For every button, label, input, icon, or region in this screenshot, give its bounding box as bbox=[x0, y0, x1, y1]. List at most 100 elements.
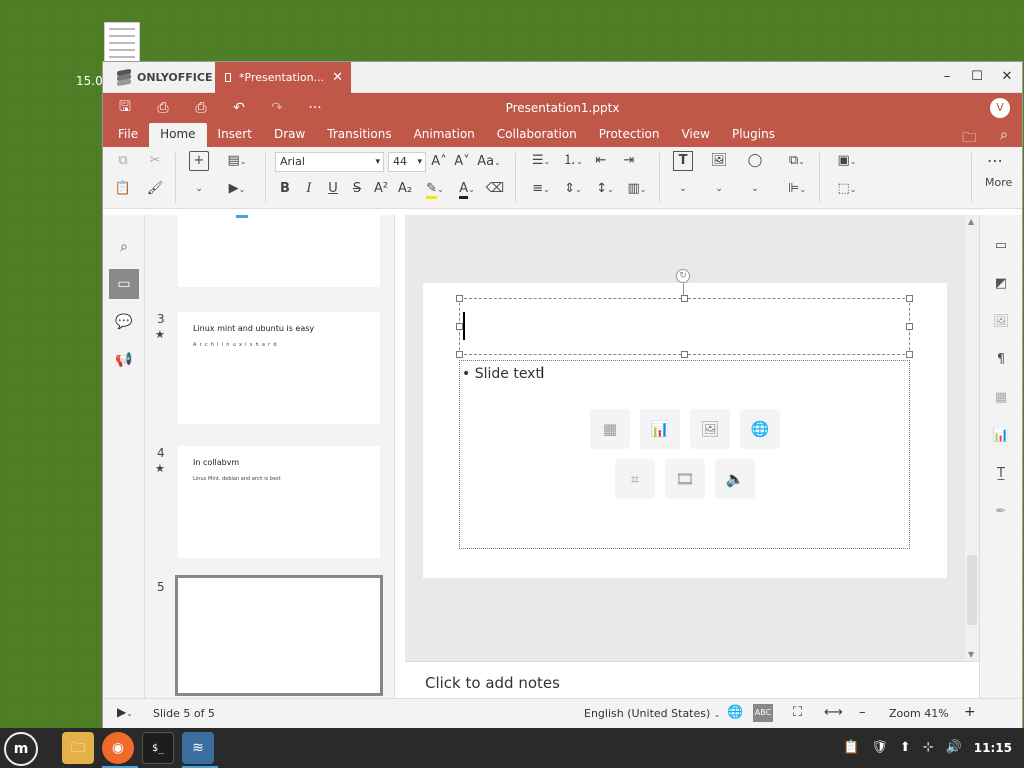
slide-canvas[interactable]: ↻ • Slide text I ▦ 📊 🖼 🌐 ⌗ 🎞 🔈 bbox=[423, 269, 947, 578]
tab-view[interactable]: View bbox=[670, 123, 720, 147]
start-slideshow-icon[interactable]: ▶⌄ bbox=[227, 179, 247, 199]
content-placeholder[interactable]: • Slide text I ▦ 📊 🖼 🌐 ⌗ 🎞 🔈 bbox=[459, 360, 910, 549]
numbering-icon[interactable]: ⒈⌄ bbox=[559, 151, 587, 171]
insert-image-icon[interactable]: 🖼 bbox=[709, 151, 729, 171]
cut-icon[interactable]: ✂ bbox=[145, 151, 165, 171]
underline-button[interactable]: U bbox=[323, 179, 343, 199]
insert-shape-icon[interactable]: ◯ bbox=[745, 151, 765, 171]
clear-style-icon[interactable]: ⌫ bbox=[485, 179, 505, 199]
volume-icon[interactable]: 🔊 bbox=[946, 740, 962, 755]
resize-handle[interactable] bbox=[906, 323, 913, 330]
subscript-button[interactable]: A₂ bbox=[395, 179, 415, 199]
more-quick-icon[interactable]: ··· bbox=[305, 100, 325, 116]
update-manager-icon[interactable]: ⬆ bbox=[900, 740, 911, 755]
increase-indent-icon[interactable]: ⇥ bbox=[619, 151, 639, 171]
language-select[interactable]: English (United States) ⌄ bbox=[584, 707, 721, 720]
strikethrough-button[interactable]: S bbox=[347, 179, 367, 199]
resize-handle[interactable] bbox=[456, 295, 463, 302]
resize-handle[interactable] bbox=[681, 295, 688, 302]
app-brand[interactable]: ONLYOFFICE bbox=[103, 68, 215, 87]
increase-font-icon[interactable]: A˄ bbox=[429, 152, 449, 172]
image-settings-icon[interactable]: 🖼 bbox=[990, 311, 1012, 333]
video-icon[interactable]: 🎞 bbox=[665, 459, 705, 499]
bullets-icon[interactable]: ☰⌄ bbox=[527, 151, 555, 171]
firefox-icon[interactable]: ◉ bbox=[102, 732, 138, 768]
tab-home[interactable]: Home bbox=[149, 123, 207, 147]
image-url-icon[interactable]: 🌐 bbox=[740, 409, 780, 449]
table-icon[interactable]: ▦ bbox=[590, 409, 630, 449]
horizontal-align-icon[interactable]: ≡⌄ bbox=[527, 179, 555, 199]
user-avatar[interactable]: V bbox=[990, 98, 1010, 118]
doc-language-icon[interactable]: 🌐 bbox=[727, 705, 743, 720]
bold-button[interactable]: B bbox=[275, 179, 295, 199]
quick-print-icon[interactable]: ⎙ bbox=[191, 100, 211, 116]
decrease-font-icon[interactable]: A˅ bbox=[452, 152, 472, 172]
change-theme-icon[interactable]: ▣⌄ bbox=[833, 151, 861, 171]
columns-icon[interactable]: ▥⌄ bbox=[623, 179, 651, 199]
more-label[interactable]: More bbox=[985, 176, 1012, 189]
resize-handle[interactable] bbox=[456, 323, 463, 330]
files-icon[interactable]: 🗀 bbox=[62, 732, 94, 764]
tab-draw[interactable]: Draw bbox=[263, 123, 316, 147]
save-icon[interactable]: 🖫 bbox=[115, 96, 135, 120]
text-box-icon[interactable]: T bbox=[673, 151, 693, 171]
maximize-button[interactable]: ☐ bbox=[970, 69, 984, 84]
slide-settings-icon[interactable]: ▭ bbox=[990, 235, 1012, 257]
font-name-select[interactable]: Arial ▾ bbox=[275, 152, 384, 172]
onlyoffice-taskbar-icon[interactable]: ≋ bbox=[182, 732, 218, 768]
font-color-icon[interactable]: A⌄ bbox=[453, 179, 481, 199]
image-icon[interactable]: 🖼 bbox=[690, 409, 730, 449]
slide-thumbnail-5[interactable] bbox=[175, 575, 383, 696]
italic-button[interactable]: I bbox=[299, 179, 319, 199]
tab-file[interactable]: File bbox=[107, 123, 149, 147]
slide-thumbnail-2[interactable] bbox=[178, 215, 380, 287]
undo-icon[interactable]: ↶ bbox=[229, 100, 249, 116]
scroll-up-icon[interactable]: ▲ bbox=[968, 217, 974, 226]
fit-slide-icon[interactable]: ⛶ bbox=[793, 705, 802, 720]
tab-protection[interactable]: Protection bbox=[588, 123, 671, 147]
line-spacing-icon[interactable]: ↕⌄ bbox=[591, 179, 619, 199]
shape-settings-icon[interactable]: ◩ bbox=[990, 273, 1012, 295]
layout-icon[interactable]: ▤⌄ bbox=[227, 151, 247, 171]
fit-width-icon[interactable]: ⟷ bbox=[824, 705, 843, 720]
resize-handle[interactable] bbox=[681, 351, 688, 358]
resize-handle[interactable] bbox=[456, 351, 463, 358]
slides-panel-icon[interactable]: ▭ bbox=[109, 269, 139, 299]
resize-handle[interactable] bbox=[906, 295, 913, 302]
change-case-icon[interactable]: Aa⌄ bbox=[475, 152, 503, 172]
add-slide-icon[interactable]: + bbox=[189, 151, 209, 171]
shield-icon[interactable]: 🛡 bbox=[871, 740, 888, 755]
terminal-icon[interactable]: $_ bbox=[142, 732, 174, 764]
text-art-settings-icon[interactable]: T̲ bbox=[990, 463, 1012, 485]
network-icon[interactable]: ⊹ bbox=[923, 740, 934, 755]
tab-collaboration[interactable]: Collaboration bbox=[486, 123, 588, 147]
format-painter-icon[interactable]: 🖌 bbox=[145, 179, 165, 199]
tab-animation[interactable]: Animation bbox=[403, 123, 486, 147]
rotate-handle-icon[interactable]: ↻ bbox=[676, 269, 690, 283]
signature-settings-icon[interactable]: ✒ bbox=[990, 501, 1012, 523]
smartart-icon[interactable]: ⌗ bbox=[615, 459, 655, 499]
feedback-icon[interactable]: 📢 bbox=[109, 345, 139, 375]
superscript-button[interactable]: A² bbox=[371, 179, 391, 199]
desktop-file-icon[interactable] bbox=[104, 22, 140, 65]
zoom-in-button[interactable]: + bbox=[964, 704, 976, 720]
paragraph-settings-icon[interactable]: ¶ bbox=[990, 349, 1012, 371]
align-shape-icon[interactable]: ⊫⌄ bbox=[783, 179, 811, 199]
zoom-out-button[interactable]: – bbox=[859, 705, 866, 720]
minimize-button[interactable]: – bbox=[940, 69, 954, 84]
slide-size-icon[interactable]: ⬚⌄ bbox=[833, 179, 861, 199]
print-icon[interactable]: ⎙ bbox=[153, 100, 173, 116]
notes-area[interactable]: Click to add notes bbox=[405, 661, 979, 698]
chart-icon[interactable]: 📊 bbox=[640, 409, 680, 449]
spellcheck-icon[interactable]: ABC bbox=[753, 704, 773, 722]
tab-transitions[interactable]: Transitions bbox=[316, 123, 402, 147]
clipboard-icon[interactable]: 📋 bbox=[843, 740, 859, 755]
audio-icon[interactable]: 🔈 bbox=[715, 459, 755, 499]
arrange-icon[interactable]: ⧉⌄ bbox=[783, 151, 811, 171]
title-placeholder[interactable] bbox=[456, 295, 913, 358]
insert-image-caret[interactable]: ⌄ bbox=[709, 179, 729, 199]
slideshow-icon[interactable]: ▶⌄ bbox=[117, 705, 133, 719]
slide-thumbnail-4[interactable]: In collabvm Linux Mint, debian and arch … bbox=[178, 446, 380, 558]
highlight-color-icon[interactable]: ✎⌄ bbox=[421, 179, 449, 199]
tab-close-icon[interactable]: ✕ bbox=[332, 70, 343, 85]
